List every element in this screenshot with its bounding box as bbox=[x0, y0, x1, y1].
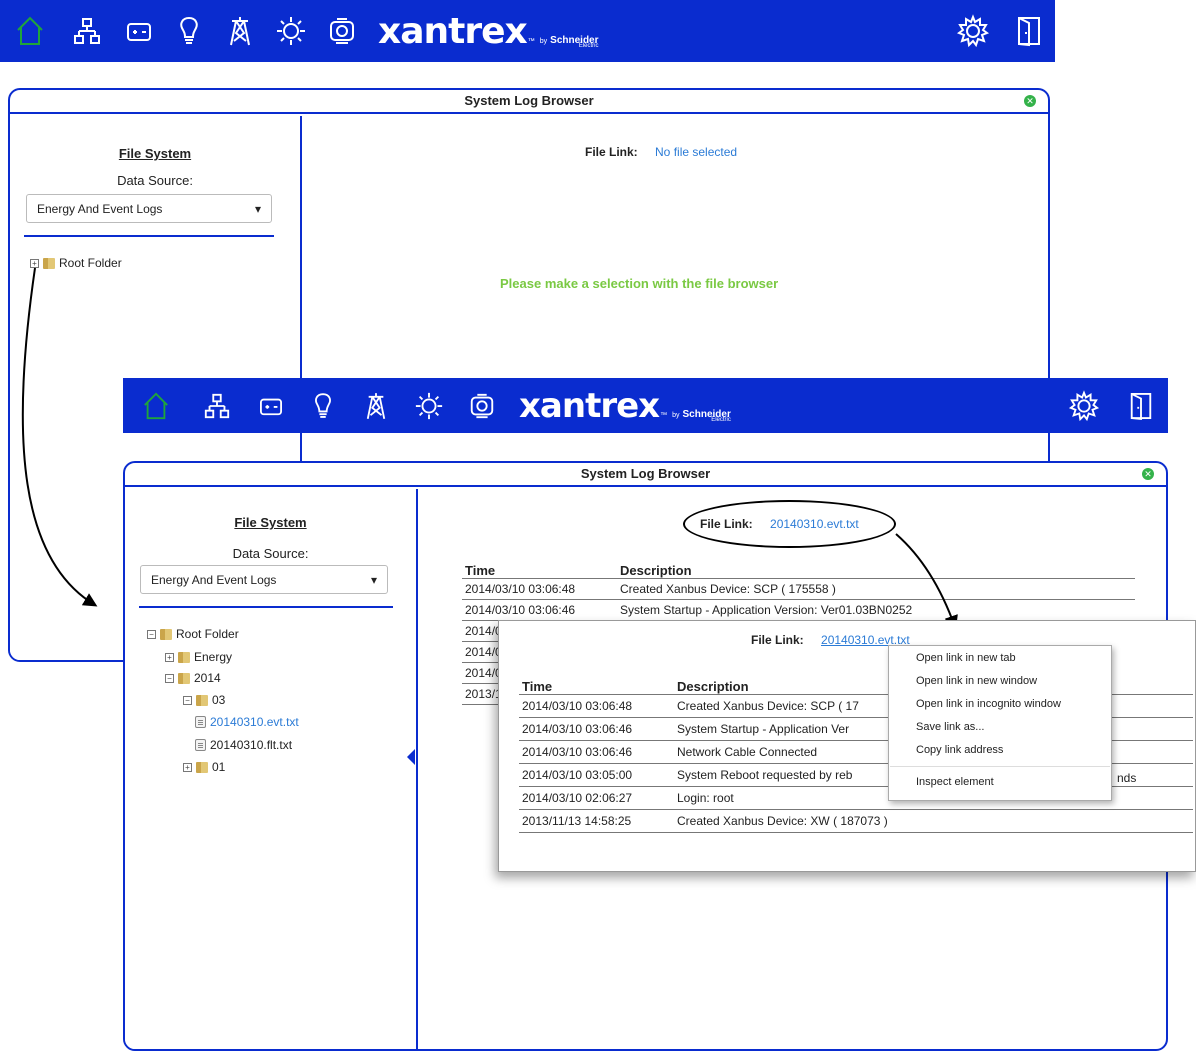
col-time-header: Time bbox=[522, 679, 553, 694]
context-menu-item[interactable]: Open link in new window bbox=[889, 670, 1111, 693]
context-menu: Open link in new tab Open link in new win… bbox=[888, 645, 1112, 801]
arrow-link-to-menu bbox=[895, 533, 958, 630]
cell-description: Created Xanbus Device: XW ( 187073 ) bbox=[677, 814, 888, 828]
popup-file-link-label: File Link: bbox=[751, 633, 804, 647]
cell-time: 2014/03/10 02:06:27 bbox=[522, 791, 633, 805]
cell-time: 2014/03/10 03:05:00 bbox=[522, 768, 633, 782]
popup-file-link-row: File Link: 20140310.evt.txt bbox=[751, 633, 910, 647]
context-menu-item[interactable]: Open link in incognito window bbox=[889, 693, 1111, 716]
cell-time: 2014/03/10 03:06:46 bbox=[522, 745, 633, 759]
table-row: 2013/11/13 14:58:25 Created Xanbus Device… bbox=[519, 810, 1193, 833]
context-menu-inspect[interactable]: Inspect element bbox=[889, 771, 1111, 794]
cell-time: 2013/11/13 14:58:25 bbox=[522, 814, 632, 828]
context-menu-item[interactable]: Copy link address bbox=[889, 739, 1111, 762]
popup-overflow-text: nds bbox=[1117, 771, 1137, 785]
annotation-arrows bbox=[21, 267, 958, 630]
context-menu-item[interactable]: Open link in new tab bbox=[889, 647, 1111, 670]
arrow-tree-to-tree bbox=[21, 267, 98, 607]
context-menu-item[interactable]: Save link as... bbox=[889, 716, 1111, 739]
context-menu-divider bbox=[890, 766, 1110, 767]
cell-time: 2014/03/10 03:06:48 bbox=[522, 699, 633, 713]
cell-time: 2014/03/10 03:06:46 bbox=[522, 722, 633, 736]
